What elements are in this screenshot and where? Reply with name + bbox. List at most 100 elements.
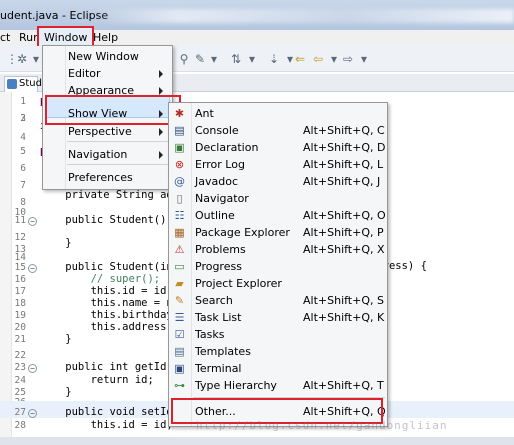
editor-tab-label: Stud: [19, 78, 42, 89]
line-number: 11: [14, 215, 26, 226]
progress-icon: ▭: [174, 260, 185, 273]
edit-annotation-icon[interactable]: ⇅: [228, 51, 244, 67]
menu-item-label: Tasks: [195, 328, 225, 341]
back-arrow-icon[interactable]: ⇦: [310, 51, 326, 67]
window-title: udent.java - Eclipse: [0, 9, 109, 22]
type-hierarchy-icon: ⊶: [174, 379, 185, 392]
templates-icon: ▤: [174, 345, 185, 358]
line-number: 4: [20, 132, 26, 143]
code-text: }: [40, 237, 72, 249]
menu-item-outline[interactable]: ☷ Outline Alt+Shift+Q, O: [169, 207, 387, 224]
line-number: 5: [20, 146, 26, 157]
menu-item-label: Console: [195, 124, 239, 137]
menu-item-type-hierarchy[interactable]: ⊶ Type Hierarchy Alt+Shift+Q, T: [169, 377, 387, 394]
dropdown-arrow-icon[interactable]: ▾: [244, 51, 260, 67]
menu-item-label: Templates: [195, 345, 251, 358]
code-text: this.id = id;: [40, 419, 173, 431]
menu-item-label: Progress: [195, 260, 242, 273]
declaration-icon: ▣: [174, 141, 185, 154]
menu-item-terminal[interactable]: ▣ Terminal: [169, 360, 387, 377]
menu-project[interactable]: ct: [0, 31, 10, 44]
menu-item-shortcut: Alt+Shift+Q, J: [303, 175, 381, 188]
dropdown-arrow-icon[interactable]: ▾: [356, 51, 372, 67]
menu-item-javadoc[interactable]: @ Javadoc Alt+Shift+Q, J: [169, 173, 387, 190]
console-icon: ▤: [174, 124, 185, 137]
search-icon: ✎: [174, 294, 185, 307]
next-annotation-icon[interactable]: ⇣: [266, 51, 282, 67]
javadoc-icon: @: [174, 175, 185, 188]
code-text: public Student() {: [40, 214, 180, 226]
menu-item-navigator[interactable]: ▯ Navigator: [169, 190, 387, 207]
menu-item-label: Declaration: [195, 141, 259, 154]
last-edit-icon[interactable]: ⇐: [292, 51, 308, 67]
menu-item-label: Terminal: [195, 362, 242, 375]
line-number: 27: [14, 407, 26, 418]
title-bar-blurred-tabs: [95, 9, 514, 23]
show-view-annotation-box: [45, 95, 181, 125]
menu-item-shortcut: Alt+Shift+Q, O: [303, 209, 386, 222]
submenu-arrow-icon: [159, 128, 163, 136]
menu-item-shortcut: Alt+Shift+Q, D: [303, 141, 386, 154]
menu-item-task-list[interactable]: ☰ Task List Alt+Shift+Q, K: [169, 309, 387, 326]
menu-item-shortcut: Alt+Shift+Q, L: [303, 158, 384, 171]
fold-toggle-icon[interactable]: −: [28, 217, 37, 226]
menu-item-label: Error Log: [195, 158, 245, 171]
menu-window-label: Window: [44, 31, 88, 44]
menu-item-shortcut: Alt+Shift+Q, C: [303, 124, 385, 137]
fold-toggle-icon[interactable]: −: [28, 409, 37, 418]
menu-item-label: Problems: [195, 243, 246, 256]
menu-item-label: Outline: [195, 209, 235, 222]
java-file-icon: [7, 79, 17, 89]
menu-item-package-explorer[interactable]: ▦ Package Explorer Alt+Shift+Q, P: [169, 224, 387, 241]
menu-item-console[interactable]: ▤ Console Alt+Shift+Q, C: [169, 122, 387, 139]
menu-separator: [67, 141, 171, 142]
menu-item-search[interactable]: ✎ Search Alt+Shift+Q, S: [169, 292, 387, 309]
menu-item-label: Search: [195, 294, 233, 307]
menu-item-shortcut: Alt+Shift+Q, P: [303, 226, 384, 239]
menu-item-shortcut: Alt+Shift+Q, S: [303, 294, 384, 307]
project-explorer-icon: ▰: [175, 277, 184, 290]
line-number: 28: [14, 420, 26, 431]
line-number: 1: [20, 96, 26, 107]
menu-item-project-explorer[interactable]: ▰ Project Explorer: [169, 275, 387, 292]
line-number: 3: [20, 113, 26, 124]
problems-icon: ⚠: [174, 243, 185, 256]
ant-icon: ✱: [174, 107, 185, 120]
menu-item-label: Preferences: [68, 171, 133, 184]
watermark: http://blog.csdn.net/gandongliian: [196, 419, 448, 432]
bottom-status-strip: [0, 437, 514, 445]
line-number: 23: [14, 362, 26, 373]
dropdown-arrow-icon[interactable]: ▾: [206, 51, 222, 67]
fold-toggle-icon[interactable]: −: [28, 364, 37, 373]
menu-item-error-log[interactable]: ⊗ Error Log Alt+Shift+Q, L: [169, 156, 387, 173]
menu-item-label: Navigation: [68, 148, 128, 161]
menu-item-label: Editor: [68, 67, 101, 80]
submenu-arrow-icon: [159, 70, 163, 78]
line-number: 6: [20, 163, 26, 174]
menu-item-perspective[interactable]: Perspective: [43, 122, 172, 142]
menu-help[interactable]: Help: [93, 31, 118, 44]
line-number: 21: [14, 334, 26, 345]
code-text: }: [40, 333, 72, 345]
submenu-arrow-icon: [159, 87, 163, 95]
outline-icon: ☷: [174, 209, 185, 222]
menu-item-label: New Window: [68, 50, 139, 63]
forward-arrow-icon[interactable]: ⇨: [340, 51, 356, 67]
menu-separator: [67, 164, 171, 165]
menu-item-ant[interactable]: ✱ Ant: [169, 105, 387, 122]
menu-item-progress[interactable]: ▭ Progress: [169, 258, 387, 275]
menu-item-preferences[interactable]: Preferences: [43, 168, 172, 188]
menu-item-templates[interactable]: ▤ Templates: [169, 343, 387, 360]
menu-item-shortcut: Alt+Shift+Q, T: [303, 379, 384, 392]
tasks-icon: ☑: [174, 328, 185, 341]
menu-item-label: Navigator: [195, 192, 249, 205]
pin-icon[interactable]: ⚲: [176, 51, 192, 67]
menu-item-navigation[interactable]: Navigation: [43, 145, 172, 165]
menu-item-tasks[interactable]: ☑ Tasks: [169, 326, 387, 343]
menu-item-shortcut: Alt+Shift+Q, K: [303, 311, 385, 324]
menu-item-problems[interactable]: ⚠ Problems Alt+Shift+Q, X: [169, 241, 387, 258]
editor-tab-student[interactable]: Stud: [4, 76, 42, 92]
submenu-arrow-icon: [159, 151, 163, 159]
menu-item-label: Perspective: [68, 125, 132, 138]
menu-item-declaration[interactable]: ▣ Declaration Alt+Shift+Q, D: [169, 139, 387, 156]
